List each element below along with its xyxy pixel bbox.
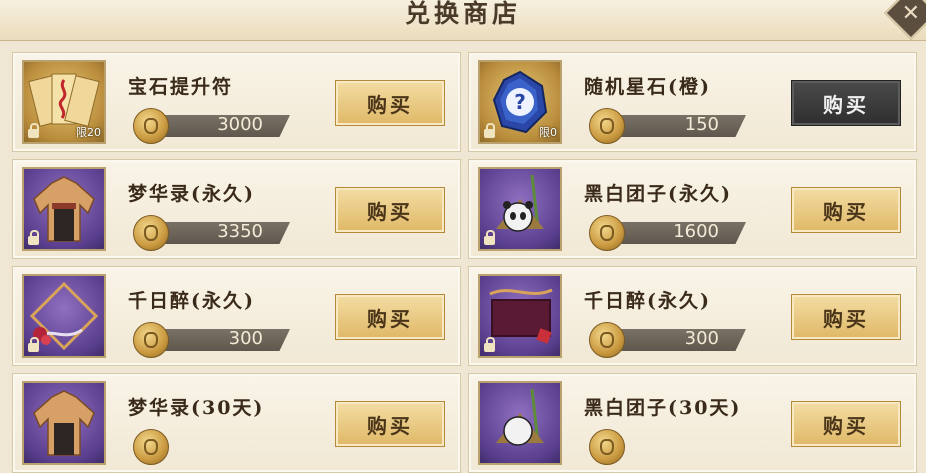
shop-item-card: 梦华录(永久) 3350 购买 bbox=[12, 159, 461, 259]
item-price: 3350 bbox=[217, 221, 263, 242]
page-title: 兑换商店 bbox=[404, 0, 521, 28]
close-icon: ✕ bbox=[901, 0, 921, 26]
item-name: 宝石提升符 bbox=[128, 76, 234, 98]
shop-header: 兑换商店 ✕ bbox=[0, 0, 926, 41]
item-price: 3000 bbox=[217, 114, 263, 135]
purchase-limit: 限20 bbox=[76, 126, 101, 139]
item-name: 梦华录(永久) bbox=[128, 183, 255, 205]
robe-costume-icon[interactable] bbox=[22, 167, 106, 251]
buy-button[interactable]: 购买 bbox=[791, 187, 901, 233]
svg-text:?: ? bbox=[514, 90, 526, 114]
buy-button[interactable]: 购买 bbox=[335, 187, 445, 233]
shop-item-card: 千日醉(永久) 300 购买 bbox=[12, 266, 461, 366]
shop-item-card: 黑白团子(30天) 购买 bbox=[468, 373, 917, 473]
lock-icon bbox=[484, 123, 495, 138]
currency-coin-icon bbox=[589, 108, 625, 144]
lock-icon bbox=[484, 230, 495, 245]
item-price: 300 bbox=[228, 328, 263, 349]
currency-coin-icon bbox=[589, 429, 625, 465]
panda-bamboo-icon[interactable] bbox=[478, 381, 562, 465]
item-name: 千日醉(永久) bbox=[128, 290, 255, 312]
buy-button[interactable]: 购买 bbox=[791, 294, 901, 340]
buy-button[interactable]: 购买 bbox=[791, 80, 901, 126]
wine-banner-icon[interactable] bbox=[478, 274, 562, 358]
buy-button[interactable]: 购买 bbox=[791, 401, 901, 447]
buy-button[interactable]: 购买 bbox=[335, 80, 445, 126]
shop-item-card: 千日醉(永久) 300 购买 bbox=[468, 266, 917, 366]
lock-icon bbox=[484, 337, 495, 352]
item-name: 梦华录(30天) bbox=[128, 397, 265, 419]
buy-button[interactable]: 购买 bbox=[335, 401, 445, 447]
shop-item-card: 黑白团子(永久) 1600 购买 bbox=[468, 159, 917, 259]
currency-coin-icon bbox=[133, 108, 169, 144]
lock-icon bbox=[28, 123, 39, 138]
currency-coin-icon bbox=[589, 322, 625, 358]
currency-coin-icon bbox=[133, 322, 169, 358]
buy-button[interactable]: 购买 bbox=[335, 294, 445, 340]
shop-item-card: 梦华录(30天) 购买 bbox=[12, 373, 461, 473]
item-price: 300 bbox=[684, 328, 719, 349]
item-name: 随机星石(橙) bbox=[584, 76, 711, 98]
talisman-scrolls-icon[interactable]: 限20 bbox=[22, 60, 106, 144]
item-name: 黑白团子(30天) bbox=[584, 397, 742, 419]
close-button[interactable]: ✕ bbox=[884, 0, 926, 40]
panda-bamboo-icon[interactable] bbox=[478, 167, 562, 251]
blue-gem-question-icon[interactable]: ? 限0 bbox=[478, 60, 562, 144]
item-name: 黑白团子(永久) bbox=[584, 183, 732, 205]
currency-coin-icon bbox=[133, 215, 169, 251]
currency-coin-icon bbox=[133, 429, 169, 465]
lock-icon bbox=[28, 230, 39, 245]
item-price: 150 bbox=[684, 114, 719, 135]
item-name: 千日醉(永久) bbox=[584, 290, 711, 312]
frame-ribbon-icon[interactable] bbox=[22, 274, 106, 358]
robe-costume-icon[interactable] bbox=[22, 381, 106, 465]
item-price: 1600 bbox=[673, 221, 719, 242]
purchase-limit: 限0 bbox=[539, 126, 557, 139]
currency-coin-icon bbox=[589, 215, 625, 251]
shop-item-card: ? 限0 随机星石(橙) 150 购买 bbox=[468, 52, 917, 152]
shop-item-card: 限20 宝石提升符 3000 购买 bbox=[12, 52, 461, 152]
lock-icon bbox=[28, 337, 39, 352]
